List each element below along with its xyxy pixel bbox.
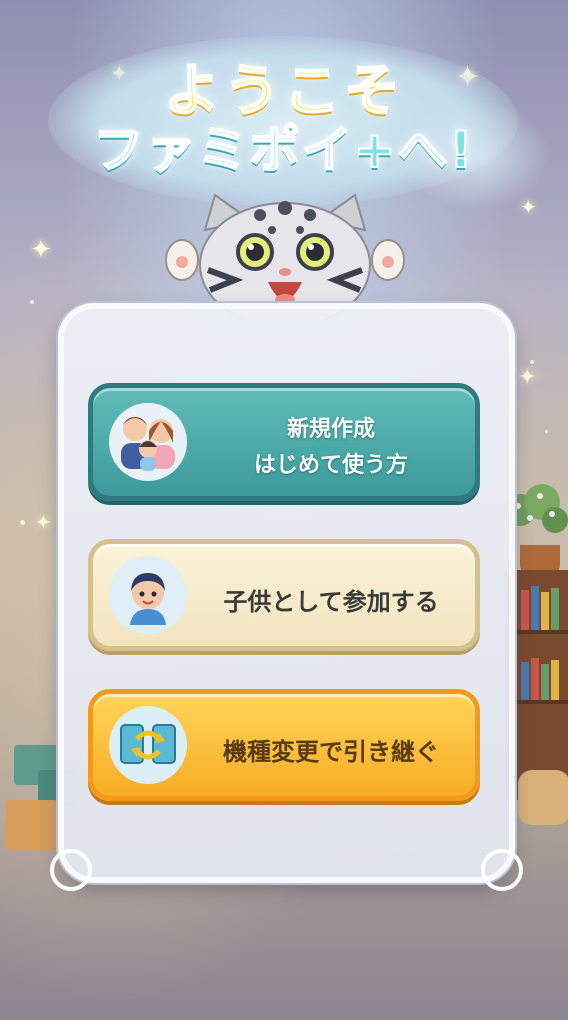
child-avatar-icon xyxy=(109,556,187,634)
join-as-child-button[interactable]: 子供として参加する xyxy=(88,539,480,651)
device-transfer-button[interactable]: 機種変更で引き継ぐ xyxy=(88,689,480,801)
join-as-child-label: 子供として参加する xyxy=(223,588,439,616)
star-icon: ✦ xyxy=(518,365,537,390)
welcome-card: 新規作成 はじめて使う方 子供として参加する 機種変更で引き継ぐ xyxy=(50,303,523,891)
sparkle xyxy=(545,430,548,433)
device-transfer-label: 機種変更で引き継ぐ xyxy=(223,738,439,766)
new-account-button[interactable]: 新規作成 はじめて使う方 xyxy=(88,383,480,501)
cat-mascot-icon xyxy=(160,190,410,328)
star-icon: ✦ xyxy=(520,195,537,219)
new-account-subtitle: はじめて使う方 xyxy=(253,453,408,478)
app-name-title: ファミポイ+へ! xyxy=(93,120,475,180)
card-corner-ornament xyxy=(481,849,523,891)
sparkle xyxy=(30,300,34,304)
toy-block xyxy=(6,800,58,850)
device-transfer-icon xyxy=(109,706,187,784)
sparkle xyxy=(20,520,25,525)
star-icon: ✦ xyxy=(35,510,52,534)
star-icon: ✦ xyxy=(30,235,52,265)
sparkle xyxy=(530,360,534,364)
family-icon xyxy=(109,403,187,481)
new-account-title: 新規作成 xyxy=(286,417,375,442)
card-corner-ornament xyxy=(50,849,92,891)
stool xyxy=(518,770,568,825)
